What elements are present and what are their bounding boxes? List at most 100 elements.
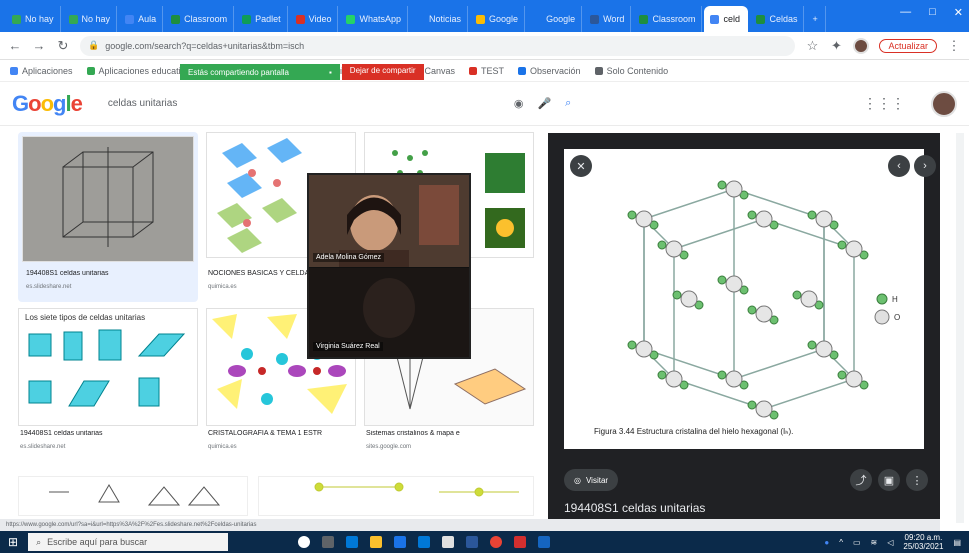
- video-call-window[interactable]: Adela Molina Gómez Virginia Suárez Real: [307, 173, 471, 359]
- maximize-icon[interactable]: □: [929, 6, 936, 19]
- bookmark-item[interactable]: Aplicaciones educativas: [86, 66, 195, 76]
- back-icon[interactable]: ←: [8, 38, 22, 53]
- oxygen-atom: [845, 240, 863, 258]
- wifi-icon[interactable]: ≋: [871, 538, 878, 547]
- profile-avatar[interactable]: [853, 37, 870, 54]
- app-icon[interactable]: [538, 536, 551, 548]
- browser-tab[interactable]: Word: [584, 6, 632, 32]
- browser-tab[interactable]: Celdas: [750, 6, 805, 32]
- scrollbar[interactable]: [956, 133, 964, 523]
- result-card[interactable]: Los siete tipos de celdas unitarias 1944…: [18, 308, 198, 458]
- mic-icon[interactable]: 🎤: [537, 97, 551, 110]
- google-logo[interactable]: Google: [12, 90, 83, 117]
- file-explorer-icon[interactable]: [370, 536, 383, 548]
- browser-tab[interactable]: Noticias: [410, 6, 469, 32]
- result-title[interactable]: 194408S1 celdas unitarias: [20, 430, 196, 437]
- url-field[interactable]: 🔒 google.com/search?q=celdas+unitarias&t…: [80, 35, 796, 56]
- more-options-icon[interactable]: ⋮: [906, 469, 928, 491]
- logo-letter: g: [53, 90, 66, 116]
- account-avatar[interactable]: [931, 90, 957, 117]
- clock[interactable]: 09:20 a.m. 25/03/2021: [903, 533, 943, 551]
- edge-icon[interactable]: [346, 536, 359, 548]
- result-thumbnail[interactable]: Los siete tipos de celdas unitarias: [18, 308, 198, 426]
- windows-start-icon[interactable]: ⊞: [8, 535, 18, 549]
- browser-tab[interactable]: celd: [704, 6, 749, 32]
- search-input[interactable]: celdas unitarias: [108, 98, 488, 109]
- lock-app-icon[interactable]: [442, 536, 455, 548]
- store-icon[interactable]: [394, 536, 407, 548]
- url-text: google.com/search?q=celdas+unitarias&tbm…: [105, 40, 305, 51]
- result-title[interactable]: 194408S1 celdas unitarias: [26, 270, 194, 277]
- preview-image[interactable]: H O Figura 3.44 Estructura cristalina de…: [564, 149, 924, 449]
- hydrogen-atom: [837, 370, 847, 380]
- image-preview-panel: H O Figura 3.44 Estructura cristalina de…: [548, 133, 940, 523]
- star-icon[interactable]: ☆: [805, 38, 819, 54]
- oxygen-atom: [815, 340, 833, 358]
- browser-tab[interactable]: Google: [470, 6, 526, 32]
- hydrogen-atom: [792, 290, 802, 300]
- stop-sharing-button[interactable]: Dejar de compartir: [341, 64, 424, 80]
- tab-label: Classroom: [652, 14, 696, 24]
- up-arrow-icon[interactable]: ^: [839, 538, 843, 547]
- browser-tab[interactable]: No hay: [6, 6, 61, 32]
- clock-time: 09:20 a.m.: [904, 533, 943, 542]
- forward-icon[interactable]: →: [32, 38, 46, 53]
- task-view-icon[interactable]: [322, 536, 335, 548]
- update-badge[interactable]: Actualizar: [879, 38, 937, 53]
- tab-label: No hay: [25, 14, 54, 24]
- result-title[interactable]: CRISTALOGRAFÍA & TEMA 1 ESTR: [208, 430, 354, 437]
- reload-icon[interactable]: ↻: [56, 38, 70, 54]
- visit-label: Visitar: [585, 475, 609, 485]
- apps-grid-icon[interactable]: ⋮⋮⋮: [863, 95, 905, 112]
- participant-video-top: Adela Molina Gómez: [309, 175, 469, 267]
- browser-tab[interactable]: Classroom: [633, 6, 703, 32]
- next-image-button[interactable]: ›: [914, 155, 936, 177]
- share-icon[interactable]: ⤴: [850, 469, 872, 491]
- bookmark-item[interactable]: Aplicaciones: [10, 66, 73, 76]
- bookmark-item[interactable]: Solo Contenido: [594, 66, 668, 76]
- tab-favicon-icon: [346, 14, 356, 24]
- result-card[interactable]: 194408S1 celdas unitarias es.slideshare.…: [18, 132, 198, 302]
- result-thumbnail[interactable]: [22, 136, 194, 262]
- result-card[interactable]: [258, 476, 534, 516]
- chrome-tray-icon[interactable]: ●: [824, 538, 829, 547]
- previous-image-button[interactable]: ‹: [888, 155, 910, 177]
- browser-tab[interactable]: Video: [290, 6, 339, 32]
- chrome-icon[interactable]: [490, 536, 503, 548]
- new-tab-button[interactable]: +: [806, 6, 827, 32]
- notifications-icon[interactable]: ▤: [953, 538, 961, 547]
- browser-tab[interactable]: WhatsApp: [340, 6, 409, 32]
- volume-icon[interactable]: ◁: [887, 538, 893, 547]
- camera-icon[interactable]: ◉: [514, 97, 524, 110]
- browser-tab[interactable]: Aula: [119, 6, 164, 32]
- menu-icon[interactable]: ⋮: [947, 38, 961, 54]
- extension-icon[interactable]: ✦: [829, 38, 843, 54]
- cortana-icon[interactable]: [298, 536, 311, 548]
- bookmark-label: TEST: [481, 65, 505, 76]
- close-preview-button[interactable]: ✕: [570, 155, 592, 177]
- battery-icon[interactable]: ▭: [853, 538, 861, 547]
- browser-tab[interactable]: Classroom: [165, 6, 235, 32]
- lattice-sketch-image: [62, 147, 154, 247]
- browser-tab[interactable]: No hay: [63, 6, 118, 32]
- word-icon[interactable]: [466, 536, 479, 548]
- tab-label: celd: [723, 14, 740, 24]
- bookmark-favicon-icon: [518, 66, 527, 75]
- save-icon[interactable]: ▣: [878, 469, 900, 491]
- taskbar-search-input[interactable]: ⌕ Escribe aquí para buscar: [28, 533, 229, 551]
- bookmark-item[interactable]: Observación: [518, 66, 581, 76]
- powerpoint-icon[interactable]: [514, 536, 527, 548]
- result-title[interactable]: Sistemas cristalinos & mapa e: [366, 430, 532, 437]
- visit-button[interactable]: ◎ Visitar: [564, 469, 619, 491]
- browser-tab[interactable]: Google: [527, 6, 583, 32]
- pin-icon[interactable]: ▪: [329, 68, 332, 77]
- search-icon[interactable]: ⌕: [565, 97, 571, 110]
- bookmark-item[interactable]: TEST: [469, 66, 504, 76]
- result-thumbnail: [314, 482, 519, 497]
- browser-tab[interactable]: Padlet: [236, 6, 288, 32]
- mail-icon[interactable]: [418, 536, 431, 548]
- minimize-icon[interactable]: —: [900, 6, 911, 19]
- result-card[interactable]: [18, 476, 248, 516]
- close-icon[interactable]: ✕: [954, 6, 963, 19]
- preview-title[interactable]: 194408S1 celdas unitarias: [564, 501, 705, 515]
